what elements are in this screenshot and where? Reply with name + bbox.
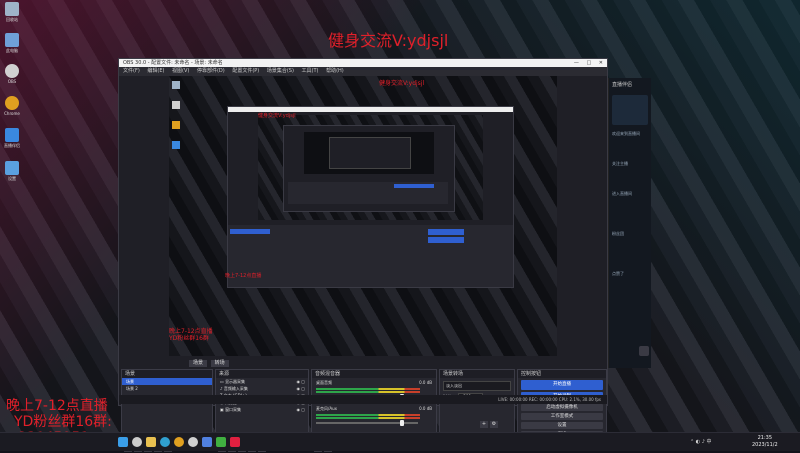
taskbar: ⌃ ◐ ♪ 中 21:35 2023/11/2 (0, 432, 800, 451)
minimize-icon[interactable]: — (574, 60, 579, 66)
windows-icon[interactable] (118, 437, 128, 447)
close-icon[interactable]: ✕ (599, 60, 603, 66)
overlay-title: 健身交流V:ydjsjl (328, 31, 449, 50)
source-item[interactable]: ▣ 窗口采集 ◉ ▢ (216, 406, 308, 413)
settings-icon (5, 161, 19, 175)
tray-icons[interactable]: ⌃ ◐ ♪ 中 (690, 438, 712, 445)
chat-title: 直播伴侣 (612, 82, 633, 88)
scenes-header: 场景 (122, 370, 212, 378)
computer-icon (5, 33, 19, 47)
mixer-channel: 麦克风/Aux 0.0 dB (312, 404, 436, 426)
settings-button[interactable]: 设置 (521, 422, 603, 429)
add-icon[interactable]: + (480, 421, 488, 428)
chrome-icon (5, 96, 19, 110)
preview-promo-mini: 晚上7-12点直播 (225, 273, 262, 279)
transitions-toolbar: + ⚙ (480, 410, 500, 429)
menu-docks[interactable]: 停靠部件(D) (197, 68, 225, 74)
menu-view[interactable]: 视图(V) (172, 68, 189, 74)
source-item[interactable]: ▭ 显示器采集 ◉ ▢ (216, 378, 308, 385)
scene-item[interactable]: 场景 2 (122, 385, 212, 392)
desktop-icon-chrome[interactable]: Chrome (2, 96, 22, 116)
virtual-camera-button[interactable]: 启动虚拟摄像机 (521, 404, 603, 411)
preview-promo: 晚上7-12点直播 YD粉丝群16群 (169, 328, 213, 342)
chat-panel: 直播伴侣 欢迎来到直播间 关注主播 进入直播间 粉丝团 点赞了 (608, 78, 651, 368)
menu-help[interactable]: 帮助(H) (326, 68, 344, 74)
promo-line-1: 晚上7-12点直播 (6, 398, 108, 414)
preview-desktop-icons (171, 78, 181, 258)
menu-profile[interactable]: 配置文件(P) (232, 68, 259, 74)
source-item[interactable]: ♪ 音频输入采集 ◉ ▢ (216, 385, 308, 392)
transitions-header: 场景转场 (440, 370, 514, 378)
desktop-icon-live[interactable]: 直播伴侣 (2, 128, 22, 149)
eye-icon[interactable]: ◉ ▢ (296, 385, 305, 392)
store-icon[interactable] (202, 437, 212, 447)
wechat-icon[interactable] (216, 437, 226, 447)
obs-icon (5, 64, 19, 78)
obs-menubar: 文件(F) 编辑(E) 视图(V) 停靠部件(D) 配置文件(P) 场景集合(S… (119, 67, 607, 76)
mixer-header: 音频混音器 (312, 370, 436, 378)
menu-edit[interactable]: 编辑(E) (147, 68, 164, 74)
volume-slider[interactable] (316, 420, 419, 426)
desktop-icons: 回收站 此电脑 OBS Chrome 直播伴侣 设置 (2, 2, 22, 182)
chrome-icon[interactable] (174, 437, 184, 447)
obs-icon[interactable] (188, 437, 198, 447)
recycle-bin-icon (5, 2, 19, 16)
clock[interactable]: 21:35 2023/11/2 (752, 435, 778, 449)
scene-item[interactable]: 场景 (122, 378, 212, 385)
camera-icon[interactable] (639, 346, 649, 356)
tab-scenes[interactable]: 场景 (189, 360, 207, 367)
studio-mode-button[interactable]: 工作室模式 (521, 413, 603, 420)
douyin-icon[interactable] (230, 437, 240, 447)
explorer-icon[interactable] (146, 437, 156, 447)
menu-tools[interactable]: 工具(T) (302, 68, 319, 74)
menu-file[interactable]: 文件(F) (123, 68, 140, 74)
controls-header: 控制按钮 (518, 370, 606, 378)
live-icon (5, 128, 19, 142)
promo-line-2: YD粉丝群16群: (14, 414, 112, 430)
sources-header: 来源 (216, 370, 308, 378)
gear-icon[interactable]: ⚙ (490, 421, 498, 428)
start-streaming-button[interactable]: 开始直播 (521, 380, 603, 390)
tab-transitions[interactable]: 转场 (210, 360, 229, 367)
obs-window: OBS 30.0 - 配置文件: 未命名 - 场景: 未命名 — □ ✕ 文件(… (118, 58, 608, 452)
maximize-icon[interactable]: □ (586, 60, 591, 66)
desktop-icon-computer[interactable]: 此电脑 (2, 33, 22, 54)
transition-select[interactable]: 淡入淡出 (443, 381, 511, 391)
eye-icon[interactable]: ◉ ▢ (296, 378, 305, 385)
edge-icon[interactable] (160, 437, 170, 447)
nested-obs-window: 健身交流V:ydjsjl (227, 106, 514, 288)
eye-icon[interactable]: ◉ ▢ (296, 406, 305, 413)
obs-titlebar: OBS 30.0 - 配置文件: 未命名 - 场景: 未命名 — □ ✕ (119, 59, 607, 67)
search-icon[interactable] (132, 437, 142, 447)
chat-banner (612, 95, 648, 125)
window-controls: — □ ✕ (574, 59, 603, 67)
desktop-icon-recycle[interactable]: 回收站 (2, 2, 22, 23)
scene-tabs: 场景 转场 (189, 359, 237, 367)
status-bar: LIVE: 00:00:00 REC: 00:00:00 CPU: 2.1%, … (119, 395, 607, 404)
desktop-icon-settings[interactable]: 设置 (2, 161, 22, 182)
menu-scene-collection[interactable]: 场景集合(S) (267, 68, 294, 74)
desktop-icon-obs[interactable]: OBS (2, 64, 22, 84)
preview-canvas[interactable]: 健身交流V:ydjsjl 晚上7-12点直播 晚上7-12点直播 YD粉丝群16… (169, 76, 557, 356)
